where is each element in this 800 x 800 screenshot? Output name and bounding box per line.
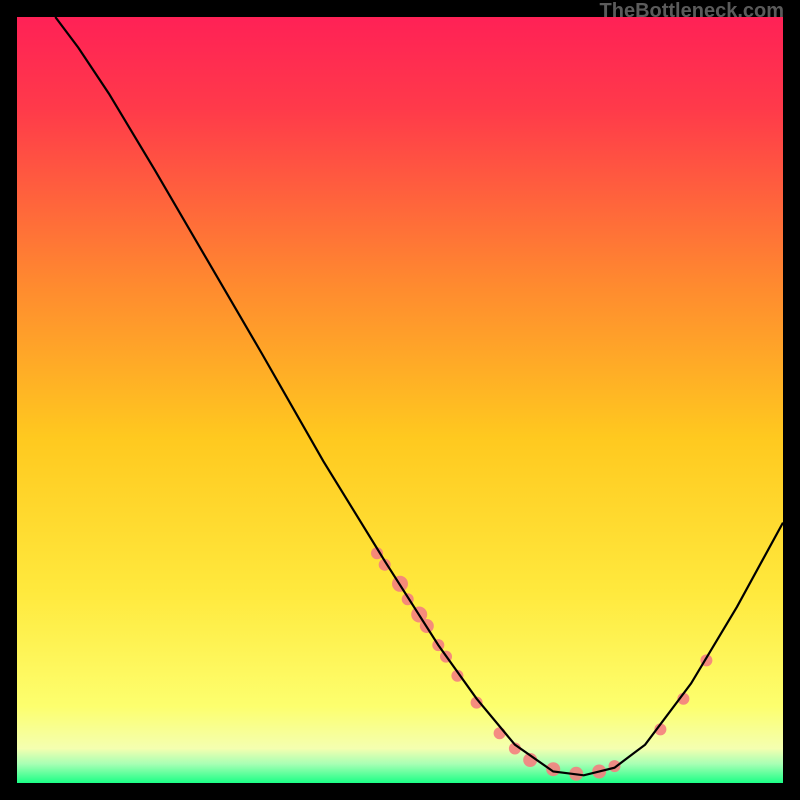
scatter-points	[371, 547, 712, 781]
chart-container: TheBottleneck.com	[0, 0, 800, 800]
plot-area	[15, 15, 785, 785]
watermark-text: TheBottleneck.com	[600, 0, 784, 23]
bottleneck-curve	[55, 17, 783, 775]
chart-svg	[17, 17, 783, 783]
data-point	[494, 727, 506, 739]
data-point	[609, 760, 621, 772]
